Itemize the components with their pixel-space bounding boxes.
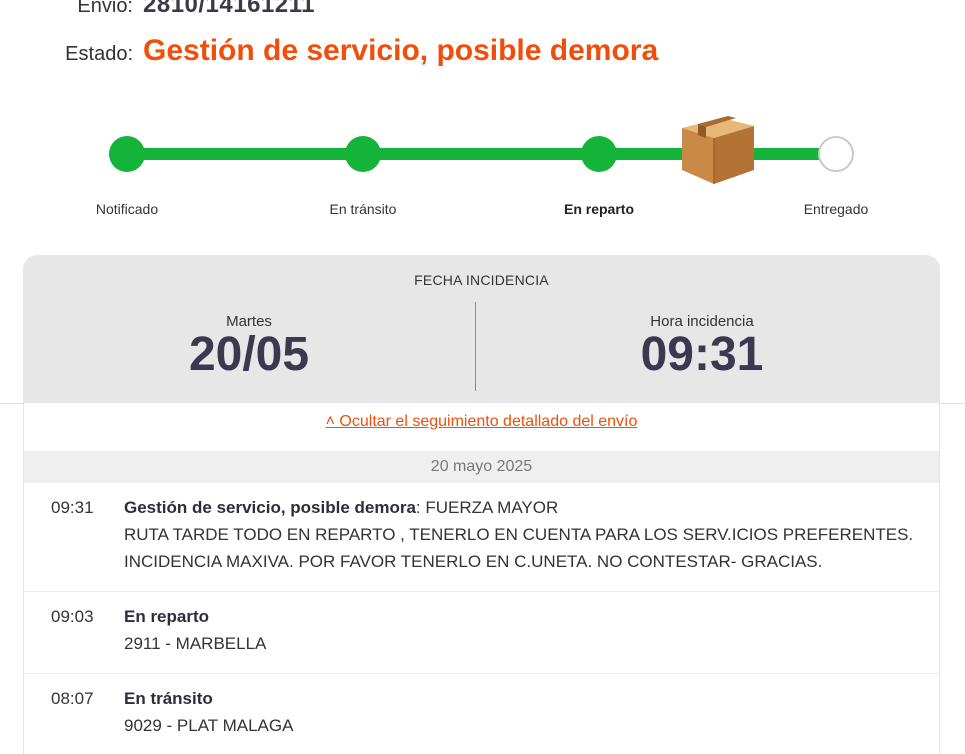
tracking-event: 08:07 En tránsito 9029 - PLAT MALAGA — [24, 674, 939, 754]
shipment-status-row: Estado: Gestión de servicio, posible dem… — [0, 34, 658, 68]
step-label-entregado: Entregado — [803, 201, 869, 217]
incidence-title: FECHA INCIDENCIA — [414, 272, 549, 288]
step-dot-en-reparto — [581, 136, 617, 172]
event-title: Gestión de servicio, posible demora — [124, 498, 416, 517]
step-dot-entregado — [818, 136, 854, 172]
status-value: Gestión de servicio, posible demora — [143, 34, 659, 67]
step-label-en-reparto: En reparto — [563, 201, 634, 217]
tracking-page: Envio: 2810/14161211 Estado: Gestión de … — [0, 0, 965, 754]
event-description: Gestión de servicio, posible demora: FUE… — [124, 494, 929, 575]
incidence-date: 20/05 — [188, 328, 310, 381]
step-dot-notificado — [109, 136, 145, 172]
shipment-label: Envio: — [77, 0, 133, 17]
event-title: En tránsito — [124, 689, 213, 708]
event-line: INCIDENCIA MAXIVA. POR FAVOR TENERLO EN … — [124, 552, 823, 571]
event-description: En reparto 2911 - MARBELLA — [124, 603, 929, 657]
shipment-number-row: Envio: 2810/14161211 — [0, 0, 315, 19]
incidence-hour: 09:31 — [640, 328, 764, 381]
event-time: 08:07 — [51, 689, 94, 708]
step-label-en-transito: En tránsito — [329, 201, 397, 217]
step-label-notificado: Notificado — [95, 201, 159, 217]
event-line: 2911 - MARBELLA — [124, 634, 267, 653]
date-header: 20 mayo 2025 — [24, 451, 939, 483]
package-box-icon — [682, 116, 754, 184]
event-time: 09:03 — [51, 607, 94, 626]
status-label: Estado: — [65, 43, 133, 65]
event-line: RUTA TARDE TODO EN REPARTO , TENERLO EN … — [124, 525, 914, 544]
incidence-hour-block: Hora incidencia 09:31 — [476, 313, 928, 379]
tracking-event: 09:31 Gestión de servicio, posible demor… — [24, 483, 939, 592]
progress-tracker: Notificado En tránsito En reparto Entreg… — [0, 100, 965, 230]
tracking-details: ˄ Ocultar el seguimiento detallado del e… — [23, 403, 940, 754]
step-dot-en-transito — [345, 136, 381, 172]
event-line: 9029 - PLAT MALAGA — [124, 716, 294, 735]
incidence-header: FECHA INCIDENCIA Martes 20/05 Hora incid… — [23, 255, 940, 403]
event-description: En tránsito 9029 - PLAT MALAGA — [124, 685, 929, 739]
incidence-date-block: Martes 20/05 — [23, 313, 475, 379]
hide-details-link[interactable]: ˄ Ocultar el seguimiento detallado del e… — [24, 413, 939, 431]
shipment-number: 2810/14161211 — [143, 0, 316, 18]
event-title: En reparto — [124, 607, 210, 626]
progress-segment-2 — [363, 148, 599, 160]
event-suffix: : FUERZA MAYOR — [415, 498, 559, 517]
progress-segment-1 — [127, 148, 363, 160]
tracking-event: 09:03 En reparto 2911 - MARBELLA — [24, 592, 939, 674]
event-time: 09:31 — [51, 498, 94, 517]
